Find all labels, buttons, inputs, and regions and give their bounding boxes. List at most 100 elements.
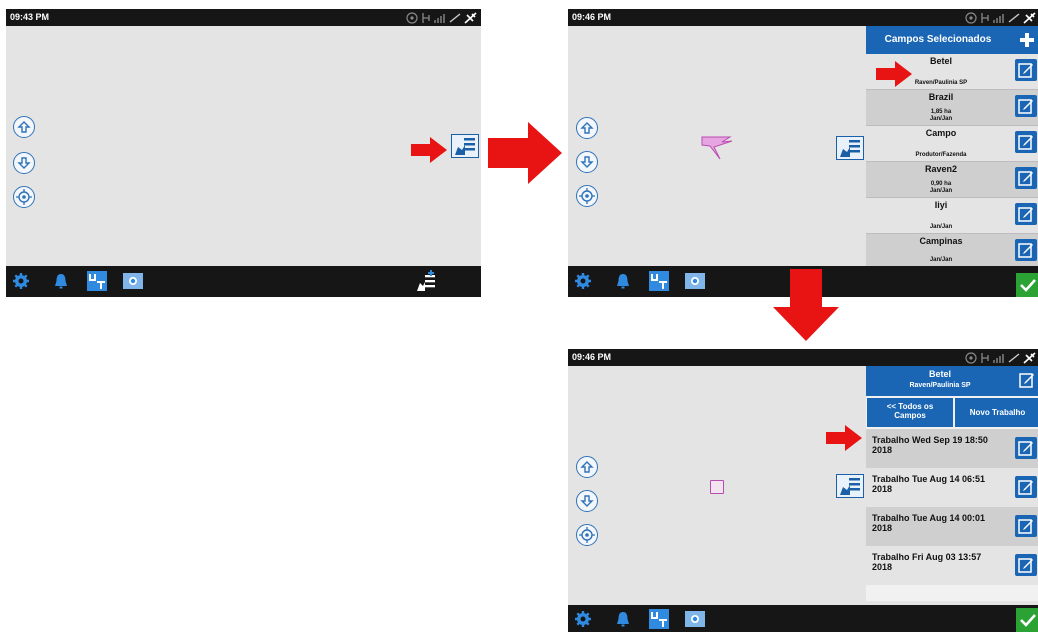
add-field-button[interactable] [416, 270, 438, 292]
settings-button[interactable] [572, 270, 594, 292]
zoom-in-button[interactable] [576, 456, 598, 478]
field-row-campinas[interactable]: Campinas Jan/Jan [866, 234, 1038, 266]
checkmark-icon [1020, 614, 1036, 627]
field-name: Campinas [919, 236, 963, 246]
center-view-button[interactable] [576, 524, 598, 546]
alarm-bell-icon [55, 274, 67, 289]
center-view-button[interactable] [576, 185, 598, 207]
alarm-button[interactable] [612, 608, 634, 630]
steering-icon [422, 12, 430, 23]
selected-field-header: Betel Raven/Paulinia SP [866, 366, 1038, 396]
screen-2-field-list: 09:46 PM Campos Selecionados Betel Raven… [568, 9, 1038, 297]
zoom-out-button[interactable] [13, 152, 35, 174]
signal-icon [993, 353, 1004, 363]
camera-button[interactable] [684, 608, 706, 630]
field-row-campo[interactable]: Campo Produtor/Fazenda [866, 126, 1038, 162]
ut-icon [649, 271, 669, 291]
satellite-off-icon [464, 11, 477, 24]
field-map-icon [840, 478, 860, 495]
pointer-arrow-to-first-job [826, 425, 862, 451]
status-icons [965, 349, 1036, 366]
field-info: 1,85 ha Jan/Jan [929, 109, 953, 122]
edit-icon [1018, 207, 1033, 222]
all-fields-button[interactable]: << Todos os Campos [867, 398, 953, 427]
zoom-out-icon [580, 156, 594, 168]
status-bar: 09:46 PM [568, 349, 1038, 366]
field-row-iiyi[interactable]: Iiyi Jan/Jan [866, 198, 1038, 234]
job-row[interactable]: Trabalho Tue Aug 14 00:01 2018 [866, 507, 1038, 546]
field-row-brazil[interactable]: Brazil 1,85 ha Jan/Jan [866, 90, 1038, 126]
field-selection-button[interactable] [836, 474, 864, 498]
job-panel: Betel Raven/Paulinia SP << Todos os Camp… [866, 366, 1038, 601]
signal-icon [993, 13, 1004, 23]
zoom-in-button[interactable] [13, 116, 35, 138]
bottom-toolbar [568, 605, 1038, 632]
zoom-in-icon [580, 122, 594, 134]
job-row[interactable]: Trabalho Tue Aug 14 06:51 2018 [866, 468, 1038, 507]
job-label: Trabalho Tue Aug 14 00:01 2018 [872, 513, 986, 533]
satellite-off-icon [1023, 351, 1036, 364]
zoom-out-button[interactable] [576, 490, 598, 512]
bottom-toolbar [6, 266, 481, 297]
field-selection-button[interactable] [451, 134, 479, 158]
confirm-button[interactable] [1016, 608, 1038, 632]
status-icons [965, 9, 1036, 26]
pointer-arrow-to-field-button [411, 137, 447, 163]
ut-button[interactable] [648, 270, 670, 292]
ut-icon [87, 271, 107, 291]
status-time: 09:46 PM [572, 352, 612, 362]
alarm-button[interactable] [50, 270, 72, 292]
selected-fields-header: Campos Selecionados [866, 26, 1038, 54]
ut-button[interactable] [648, 608, 670, 630]
job-row[interactable]: Trabalho Fri Aug 03 13:57 2018 [866, 546, 1038, 585]
camera-icon [685, 611, 705, 627]
settings-gear-icon [575, 611, 591, 627]
add-plus-icon[interactable] [1020, 33, 1034, 47]
field-boundary-shape [701, 136, 733, 160]
field-info: Produtor/Fazenda [915, 152, 967, 158]
ut-button[interactable] [86, 270, 108, 292]
zoom-in-button[interactable] [576, 117, 598, 139]
edit-icon [1018, 558, 1033, 573]
settings-button[interactable] [572, 608, 594, 630]
job-row[interactable]: Trabalho Wed Sep 19 18:50 2018 [866, 429, 1038, 468]
correction-icon [1008, 12, 1020, 23]
center-view-button[interactable] [13, 186, 35, 208]
alarm-button[interactable] [612, 270, 634, 292]
settings-gear-icon [13, 273, 29, 289]
edit-field-button[interactable] [1015, 95, 1037, 117]
selected-field-info: Raven/Paulinia SP [909, 382, 971, 389]
zoom-out-button[interactable] [576, 151, 598, 173]
camera-button[interactable] [122, 270, 144, 292]
edit-field-button[interactable] [1015, 131, 1037, 153]
field-selection-button[interactable] [836, 136, 864, 160]
camera-button[interactable] [684, 270, 706, 292]
center-target-icon [579, 527, 595, 543]
edit-job-button[interactable] [1015, 437, 1037, 459]
edit-field-button[interactable] [1015, 203, 1037, 225]
edit-icon [1018, 63, 1033, 78]
gps-icon [965, 11, 977, 24]
edit-field-button[interactable] [1015, 239, 1037, 261]
job-label: Trabalho Tue Aug 14 06:51 2018 [872, 474, 986, 494]
field-map-icon [840, 140, 860, 157]
edit-icon[interactable] [1019, 372, 1035, 388]
edit-job-button[interactable] [1015, 476, 1037, 498]
field-name: Campo [925, 128, 957, 138]
new-job-button[interactable]: Novo Trabalho [955, 398, 1038, 427]
edit-field-button[interactable] [1015, 59, 1037, 81]
status-time: 09:43 PM [10, 12, 50, 22]
field-row-raven2[interactable]: Raven2 0,90 ha Jan/Jan [866, 162, 1038, 198]
field-info: Jan/Jan [929, 224, 953, 230]
field-info: Jan/Jan [929, 257, 953, 263]
settings-button[interactable] [10, 270, 32, 292]
field-name: Iiyi [934, 200, 948, 210]
satellite-off-icon [1023, 11, 1036, 24]
confirm-button[interactable] [1016, 273, 1038, 297]
camera-icon [123, 273, 143, 289]
edit-field-button[interactable] [1015, 167, 1037, 189]
add-field-icon [417, 270, 435, 291]
edit-icon [1018, 171, 1033, 186]
edit-job-button[interactable] [1015, 554, 1037, 576]
edit-job-button[interactable] [1015, 515, 1037, 537]
